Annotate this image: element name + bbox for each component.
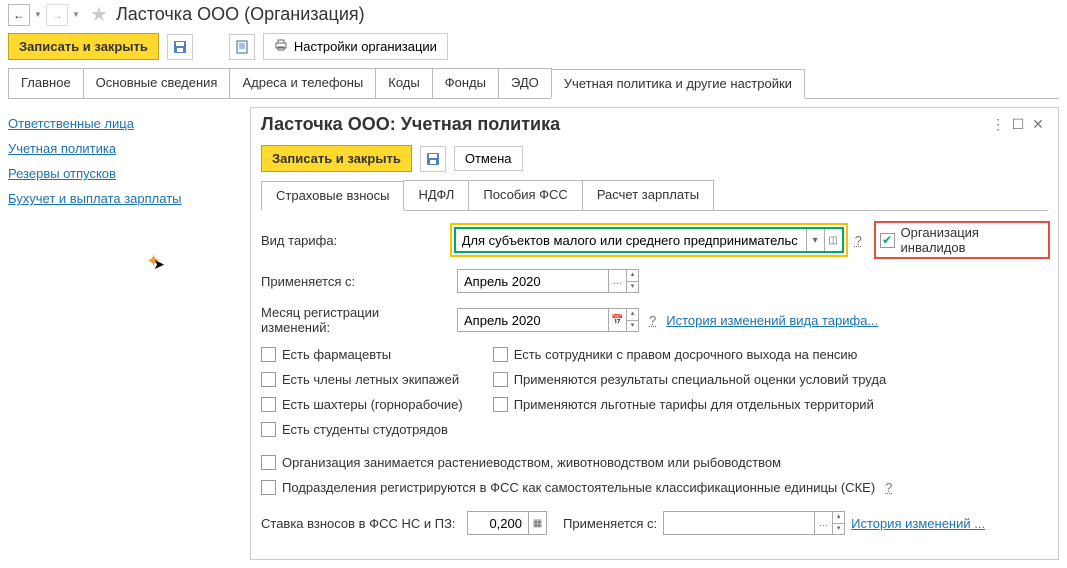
- tab-addresses[interactable]: Адреса и телефоны: [229, 68, 376, 98]
- inner-tab-salary[interactable]: Расчет зарплаты: [582, 180, 714, 210]
- month-reg-label: Месяц регистрации изменений:: [261, 305, 451, 335]
- cursor-icon: ✦➤: [146, 251, 173, 272]
- rate-applies-label: Применяется с:: [563, 516, 657, 531]
- sidebar-item-policy[interactable]: Учетная политика: [8, 136, 238, 161]
- check-preferential[interactable]: Применяются льготные тарифы для отдельны…: [493, 397, 886, 412]
- inner-save-icon[interactable]: [420, 146, 446, 172]
- maximize-icon[interactable]: ☐: [1008, 116, 1028, 133]
- sidebar-item-responsible[interactable]: Ответственные лица: [8, 111, 238, 136]
- back-history-dropdown[interactable]: ▼: [32, 4, 44, 26]
- tab-policy[interactable]: Учетная политика и другие настройки: [551, 69, 805, 99]
- check-flight[interactable]: Есть члены летных экипажей: [261, 372, 463, 387]
- inner-title: Ласточка ООО: Учетная политика: [261, 114, 988, 135]
- history-tariff-link[interactable]: История изменений вида тарифа...: [666, 313, 878, 328]
- tab-funds[interactable]: Фонды: [432, 68, 499, 98]
- rate-input[interactable]: [468, 512, 528, 534]
- tariff-open-icon[interactable]: ◫: [824, 229, 842, 251]
- forward-button: →: [46, 4, 68, 26]
- spin-down-icon[interactable]: ▾: [626, 321, 638, 332]
- forward-history-dropdown: ▼: [70, 4, 82, 26]
- rate-ellipsis-icon[interactable]: …: [814, 512, 832, 534]
- applies-from-input[interactable]: [458, 270, 608, 292]
- inner-tab-fss[interactable]: Пособия ФСС: [468, 180, 582, 210]
- print-icon: [274, 38, 288, 55]
- applies-from-ellipsis-icon[interactable]: …: [608, 270, 626, 292]
- check-agriculture[interactable]: Организация занимается растениеводством,…: [261, 455, 1048, 470]
- rate-calc-icon[interactable]: ▦: [528, 512, 546, 534]
- close-icon[interactable]: ✕: [1028, 116, 1048, 133]
- check-pharm[interactable]: Есть фармацевты: [261, 347, 463, 362]
- save-icon-button[interactable]: [167, 34, 193, 60]
- more-icon[interactable]: ⋮: [988, 116, 1008, 133]
- favorite-star-icon[interactable]: ★: [90, 2, 108, 27]
- sidebar-item-accounting[interactable]: Бухучет и выплата зарплаты: [8, 186, 238, 211]
- rate-applies-field[interactable]: … ▴▾: [663, 511, 845, 535]
- org-settings-label: Настройки организации: [294, 39, 437, 54]
- calendar-icon[interactable]: 📅: [608, 309, 626, 331]
- spin-down-icon[interactable]: ▾: [832, 524, 844, 535]
- save-close-button[interactable]: Записать и закрыть: [8, 33, 159, 60]
- spin-up-icon[interactable]: ▴: [626, 270, 638, 282]
- check-fss-units[interactable]: Подразделения регистрируются в ФСС как с…: [261, 480, 1048, 495]
- cancel-button[interactable]: Отмена: [454, 146, 523, 171]
- rate-history-link[interactable]: История изменений ...: [851, 516, 985, 531]
- main-tabs: Главное Основные сведения Адреса и телеф…: [8, 68, 1059, 99]
- tariff-label: Вид тарифа:: [261, 233, 447, 248]
- sidebar: Ответственные лица Учетная политика Резе…: [8, 107, 238, 560]
- org-invalid-checkbox[interactable]: ✔ Организация инвалидов: [880, 225, 1044, 255]
- spin-up-icon[interactable]: ▴: [832, 512, 844, 524]
- tab-main[interactable]: Главное: [8, 68, 84, 98]
- back-button[interactable]: ←: [8, 4, 30, 26]
- month-reg-field[interactable]: 📅 ▴▾: [457, 308, 639, 332]
- window-title: Ласточка ООО (Организация): [116, 4, 365, 25]
- applies-from-field[interactable]: … ▴▾: [457, 269, 639, 293]
- inner-dialog: Ласточка ООО: Учетная политика ⋮ ☐ ✕ Зап…: [250, 107, 1059, 560]
- check-students[interactable]: Есть студенты студотрядов: [261, 422, 463, 437]
- tariff-help-icon[interactable]: ?: [855, 233, 862, 248]
- tab-general[interactable]: Основные сведения: [83, 68, 231, 98]
- check-miners[interactable]: Есть шахтеры (горнорабочие): [261, 397, 463, 412]
- tariff-input[interactable]: [456, 229, 806, 251]
- sidebar-item-reserves[interactable]: Резервы отпусков: [8, 161, 238, 186]
- inner-tab-ndfl[interactable]: НДФЛ: [403, 180, 469, 210]
- check-special-conditions[interactable]: Применяются результаты специальной оценк…: [493, 372, 886, 387]
- tariff-combo[interactable]: ▾ ◫: [454, 227, 844, 253]
- rate-label: Ставка взносов в ФСС НС и ПЗ:: [261, 516, 461, 531]
- rate-applies-input[interactable]: [664, 512, 814, 534]
- tab-codes[interactable]: Коды: [375, 68, 432, 98]
- inner-save-close-button[interactable]: Записать и закрыть: [261, 145, 412, 172]
- check-icon: ✔: [880, 233, 895, 248]
- applies-from-label: Применяется с:: [261, 274, 451, 289]
- org-invalid-label: Организация инвалидов: [901, 225, 1044, 255]
- fss-help-icon[interactable]: ?: [885, 480, 892, 495]
- tariff-dropdown-icon[interactable]: ▾: [806, 229, 824, 251]
- inner-tabs: Страховые взносы НДФЛ Пособия ФСС Расчет…: [261, 180, 1048, 211]
- tab-edo[interactable]: ЭДО: [498, 68, 552, 98]
- org-settings-button[interactable]: Настройки организации: [263, 33, 448, 60]
- month-reg-help-icon[interactable]: ?: [649, 313, 656, 328]
- month-reg-input[interactable]: [458, 309, 608, 331]
- document-icon-button[interactable]: [229, 34, 255, 60]
- check-early-pension[interactable]: Есть сотрудники с правом досрочного выхо…: [493, 347, 886, 362]
- spin-up-icon[interactable]: ▴: [626, 309, 638, 321]
- rate-field[interactable]: ▦: [467, 511, 547, 535]
- spin-down-icon[interactable]: ▾: [626, 282, 638, 293]
- inner-tab-insurance[interactable]: Страховые взносы: [261, 181, 404, 211]
